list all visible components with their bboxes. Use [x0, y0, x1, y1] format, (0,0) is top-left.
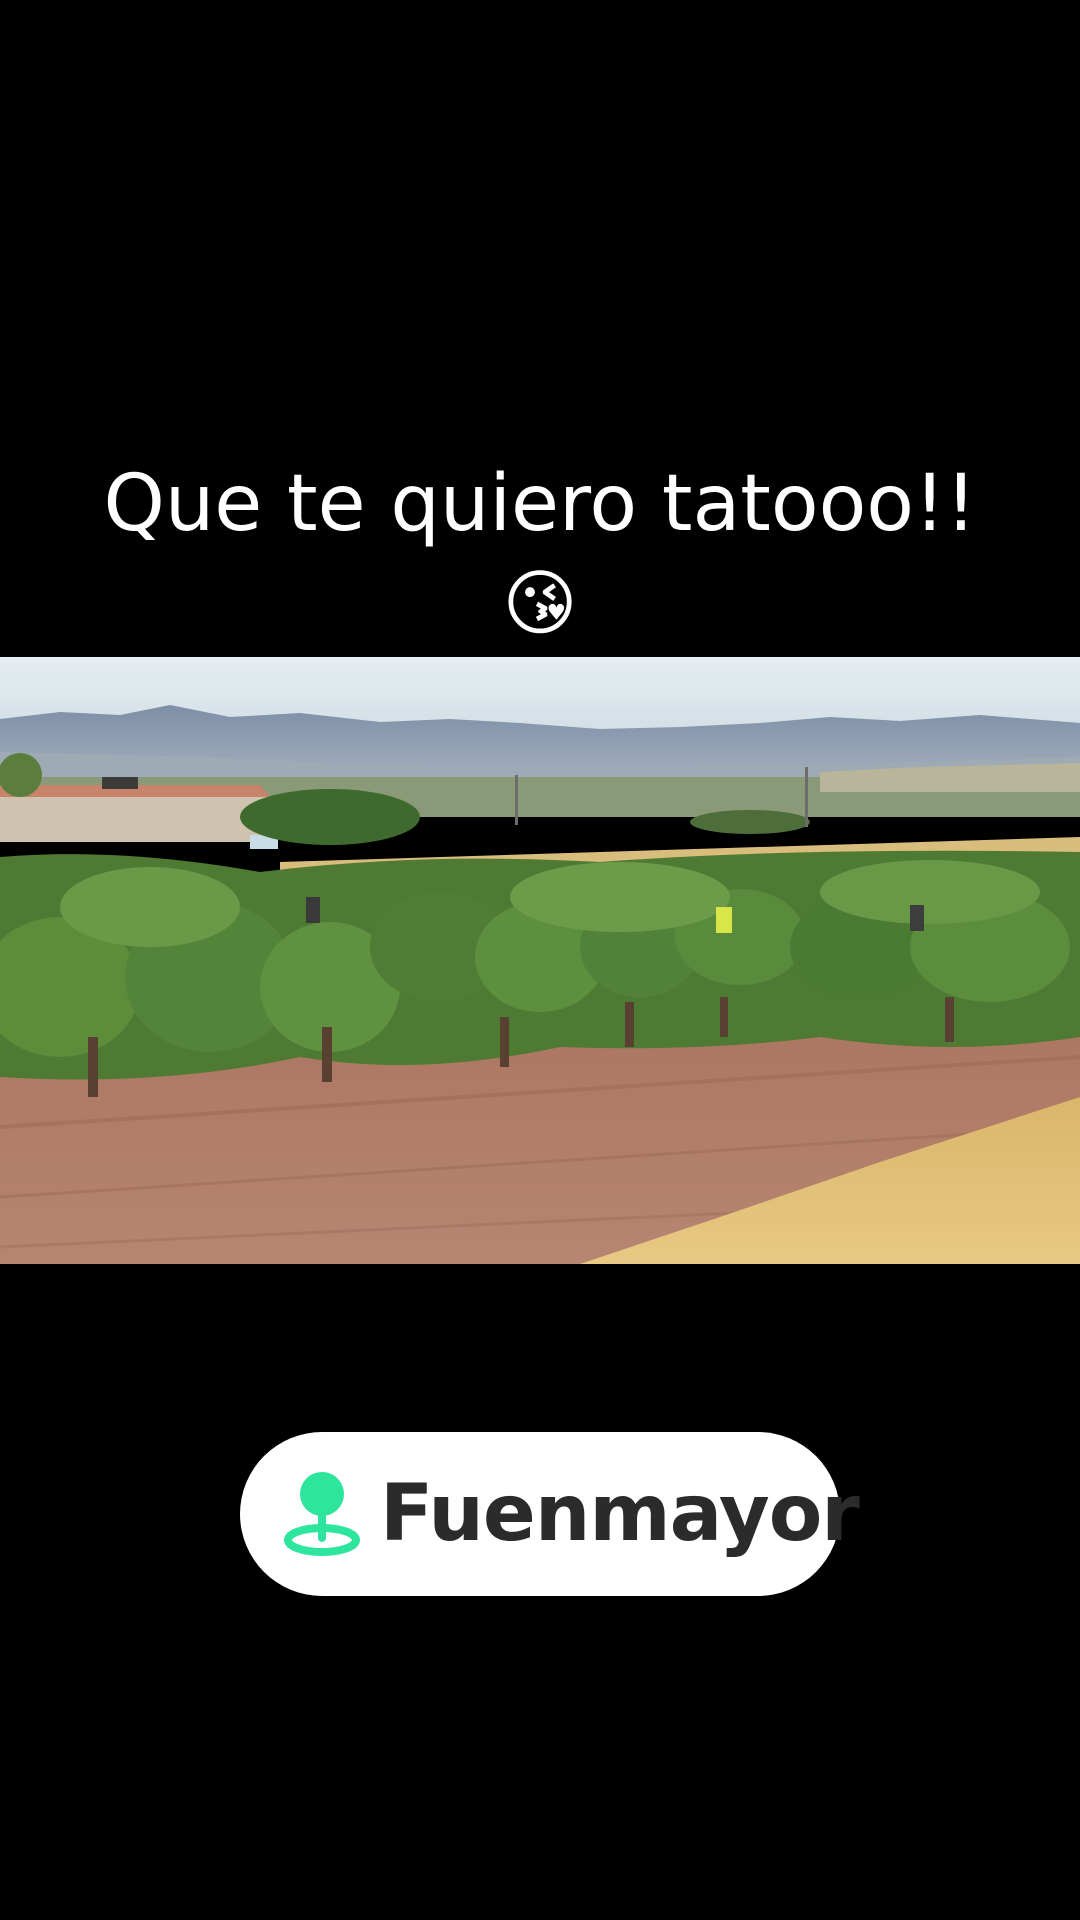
caption-line: Que te quiero tatooo!!	[103, 459, 977, 549]
vineyard-photo	[0, 657, 1080, 1264]
caption-text: Que te quiero tatooo!! 😘	[0, 455, 1080, 652]
location-label: Fuenmayor	[380, 1469, 860, 1559]
kiss-emoji-icon: 😘	[502, 561, 578, 645]
video-frame: Que te quiero tatooo!! 😘 Fuenmayor	[0, 0, 1080, 1920]
location-sticker[interactable]: Fuenmayor	[240, 1432, 860, 1596]
location-pin-icon	[284, 1472, 360, 1556]
